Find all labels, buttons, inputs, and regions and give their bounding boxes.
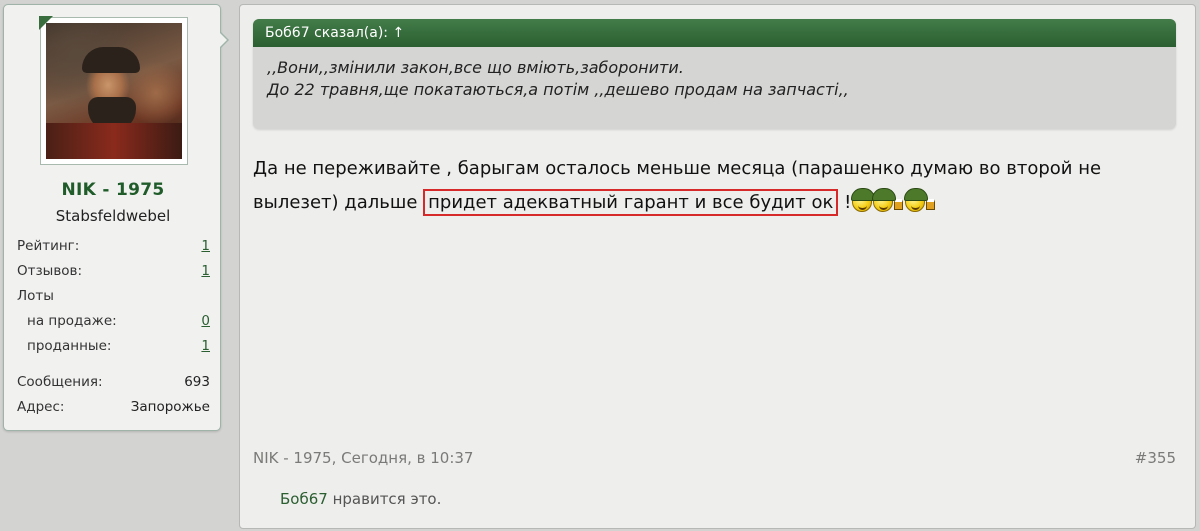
post-permalink[interactable]: #355 (1135, 449, 1176, 467)
stat-label: проданные: (27, 338, 112, 354)
quote-line: До 22 травня,ще покатаються,а потім ,,де… (267, 80, 849, 99)
stat-value: Запорожье (130, 399, 210, 415)
quote-line: ,,Вони,,змінили закон,все що вміють,забо… (267, 58, 684, 77)
message-text: Да не переживайте , барыгам осталось мен… (253, 152, 1183, 220)
quote-body: ,,Вони,,змінили закон,все що вміють,забо… (253, 47, 1176, 101)
card-pointer (219, 31, 229, 49)
army-smiley-icon (851, 188, 876, 212)
stat-divider (17, 359, 210, 370)
stat-label: Рейтинг: (17, 238, 80, 254)
stat-label: Лоты (17, 288, 54, 304)
stat-label: Отзывов: (17, 263, 83, 279)
quote-header[interactable]: Боб67 сказал(а): ↑ (253, 19, 1176, 47)
username[interactable]: NIK - 1975 (4, 180, 222, 200)
stat-rating: Рейтинг: 1 (17, 234, 210, 259)
stat-reviews: Отзывов: 1 (17, 259, 210, 284)
stat-value: 693 (184, 374, 210, 390)
highlighted-phrase: придет адекватный гарант и все будит ок (423, 189, 839, 216)
avatar-cape (46, 123, 182, 159)
beer-icon (926, 199, 936, 210)
avatar-hair (82, 47, 140, 73)
avatar[interactable] (46, 23, 182, 159)
post: Боб67 сказал(а): ↑ ,,Вони,,змінили закон… (239, 4, 1196, 529)
user-title: Stabsfeldwebel (55, 207, 171, 225)
stat-messages: Сообщения: 693 (17, 370, 210, 395)
post-author-date[interactable]: NIK - 1975, Сегодня, в 10:37 (253, 449, 473, 467)
army-laugh-smiley-icon (872, 188, 897, 212)
beer-icon (894, 199, 904, 210)
stat-value-link[interactable]: 0 (201, 309, 210, 334)
message-text-after: ! (838, 192, 852, 213)
stat-lots: Лоты (17, 284, 210, 309)
stat-value-link[interactable]: 1 (201, 334, 210, 359)
stat-address: Адрес: Запорожье (17, 395, 210, 420)
stat-sold: проданные: 1 (17, 334, 210, 359)
stat-label: Адрес: (17, 399, 65, 415)
likes-summary: Боб67 нравится это. (280, 490, 441, 508)
user-stats: Рейтинг: 1 Отзывов: 1 Лоты на продаже: 0… (17, 234, 210, 420)
stat-label: на продаже: (27, 313, 117, 329)
stat-value-link[interactable]: 1 (201, 234, 210, 259)
avatar-frame[interactable] (39, 16, 188, 165)
stat-value-link[interactable]: 1 (201, 259, 210, 284)
army-beer-smiley-icon (904, 188, 929, 212)
stat-on-sale: на продаже: 0 (17, 309, 210, 334)
stat-label: Сообщения: (17, 374, 103, 390)
likes-text: нравится это. (327, 490, 442, 508)
liker-link[interactable]: Боб67 (280, 490, 328, 508)
quote-block: Боб67 сказал(а): ↑ ,,Вони,,змінили закон… (253, 19, 1176, 129)
user-card: NIK - 1975 Stabsfeldwebel Рейтинг: 1 Отз… (3, 4, 229, 431)
